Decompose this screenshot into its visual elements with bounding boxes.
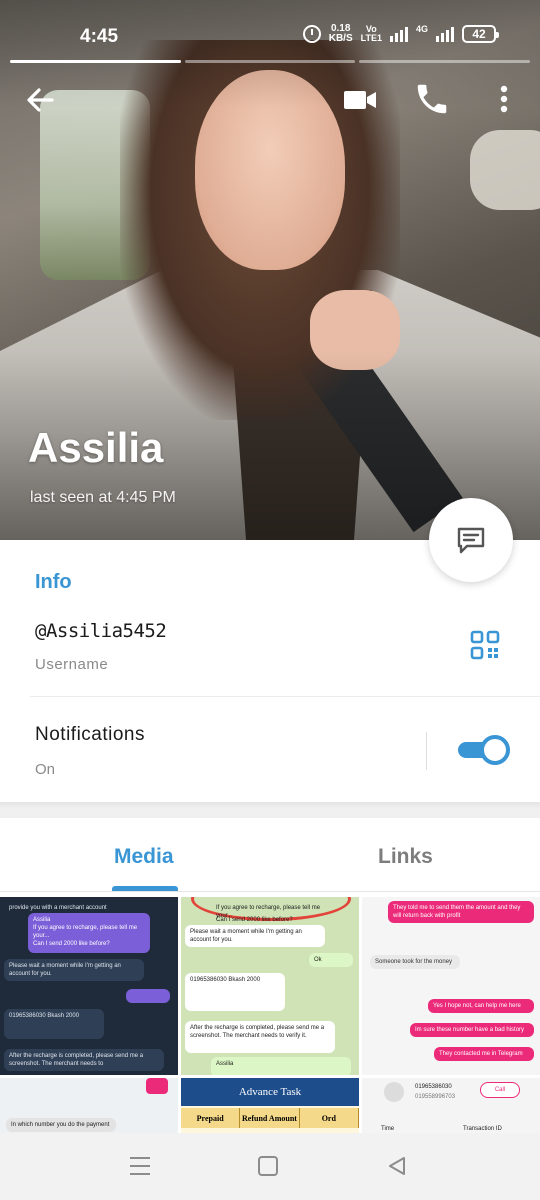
chat-bubble: After the recharge is completed, please … — [4, 1049, 164, 1071]
table-col: Transaction ID — [463, 1126, 502, 1132]
alarm-icon — [302, 25, 321, 43]
more-vertical-icon — [500, 85, 508, 113]
chat-bubble-out: Assilia — [211, 1057, 351, 1075]
reply-out: Can I send 2000 like before? — [33, 941, 110, 947]
story-segment-active — [10, 60, 181, 63]
profile-name: Assilia — [28, 424, 164, 471]
notifications-toggle[interactable] — [458, 735, 510, 765]
chat-bubble-out: They contacted me in Telegram — [434, 1047, 534, 1061]
signal-icon-2 — [436, 26, 454, 42]
message-icon — [457, 527, 485, 554]
chat-bubble-out: Ok — [309, 953, 353, 967]
reply-name: Assilia — [33, 917, 51, 923]
status-time: 4:45 — [80, 26, 119, 47]
net-type-label: 4G — [415, 24, 428, 34]
notifications-row[interactable]: Notifications On — [0, 710, 540, 790]
media-thumbnail[interactable]: In which number you do the payment — [0, 1078, 178, 1133]
battery-icon: 42 — [462, 25, 499, 43]
back-button[interactable] — [22, 82, 58, 118]
volte-indicator: Vo LTE1 — [361, 25, 382, 43]
chat-bubble-out: They told me to send them the amount and… — [388, 901, 534, 923]
back-arrow-icon — [27, 88, 54, 112]
system-back-button[interactable] — [386, 1155, 408, 1177]
video-camera-icon — [344, 91, 376, 109]
chat-bubble: After the recharge is completed, please … — [185, 1021, 335, 1053]
notifications-status: On — [35, 761, 56, 778]
chat-bubble-out: Im sure these number have a bad history — [410, 1023, 534, 1037]
system-nav-bar — [0, 1133, 540, 1200]
media-thumbnail[interactable]: If you agree to recharge, please tell me… — [181, 897, 359, 1075]
media-tabs: Media Links — [0, 818, 540, 892]
chat-bubble-out — [146, 1078, 168, 1094]
table-title: Advance Task — [181, 1078, 359, 1106]
table-col: Time — [381, 1126, 395, 1132]
chat-bubble: 01965386030 Bkash 2000 — [185, 973, 285, 1011]
info-title: Info — [35, 571, 72, 593]
call-chip: Call — [480, 1082, 520, 1098]
story-segment — [359, 60, 531, 63]
phone-icon — [417, 84, 447, 114]
qr-code-button[interactable] — [470, 630, 500, 660]
chat-bubble: Please wait a moment while I'm getting a… — [185, 925, 325, 947]
phone-number: 019558996703 — [415, 1094, 456, 1100]
media-grid: provide you with a merchant account Assi… — [0, 893, 540, 1133]
chat-bubble-reply: Assilia If you agree to recharge, please… — [28, 913, 150, 953]
chat-bubble-out: Yes I hope not, can help me here — [428, 999, 534, 1013]
notifications-label: Notifications — [35, 724, 145, 745]
more-options-button[interactable] — [490, 80, 518, 118]
tab-media[interactable]: Media — [114, 845, 174, 869]
media-thumbnail[interactable]: provide you with a merchant account Assi… — [0, 897, 178, 1075]
story-progress — [10, 60, 531, 63]
chat-bubble: Please wait a moment while I'm getting a… — [4, 959, 144, 981]
table-col: Prepaid — [181, 1108, 241, 1128]
story-segment — [184, 60, 356, 63]
table-header-row: Prepaid Refund Amount Ord — [181, 1108, 359, 1128]
table-col: Ord — [300, 1108, 359, 1128]
menu-icon — [130, 1157, 150, 1175]
profile-header: 4:45 0.18 KB/S Vo LTE1 4G 42 Assilia las… — [0, 0, 540, 540]
chat-bubble-out — [126, 989, 170, 1003]
notifications-separator — [426, 732, 427, 770]
tab-links[interactable]: Links — [378, 845, 433, 869]
net-speed-unit: KB/S — [328, 33, 353, 44]
media-thumbnail[interactable]: 01965386030 019558996703 Call Time Trans… — [362, 1078, 540, 1133]
username-row[interactable]: @Assilia5452 Username — [0, 610, 540, 696]
voice-call-button[interactable] — [412, 80, 452, 118]
signal-icon — [389, 26, 408, 42]
section-gap — [0, 802, 540, 818]
video-call-button[interactable] — [340, 82, 380, 118]
net-speed: 0.18 KB/S — [329, 24, 353, 44]
home-button[interactable] — [258, 1156, 278, 1176]
send-message-button[interactable] — [429, 498, 513, 582]
top-toolbar — [0, 76, 540, 120]
qr-code-icon — [470, 630, 500, 660]
last-seen-status: last seen at 4:45 PM — [30, 489, 176, 506]
avatar — [384, 1082, 404, 1102]
status-icons: 0.18 KB/S Vo LTE1 4G 42 — [302, 24, 499, 44]
media-thumbnail[interactable]: They told me to send them the amount and… — [362, 897, 540, 1075]
username-value: @Assilia5452 — [35, 620, 167, 642]
recent-apps-button[interactable] — [128, 1155, 152, 1177]
triangle-back-icon — [389, 1157, 405, 1175]
reply-text: If you agree to recharge, please tell me… — [33, 925, 138, 939]
chat-bubble: In which number you do the payment — [6, 1118, 116, 1132]
media-thumbnail[interactable]: Advance Task Prepaid Refund Amount Ord — [181, 1078, 359, 1133]
toggle-knob — [480, 735, 510, 765]
chat-bubble: Someone took for the money — [370, 955, 460, 969]
battery-level: 42 — [472, 27, 486, 41]
username-caption: Username — [35, 656, 109, 673]
volte-bottom: LTE1 — [360, 33, 382, 43]
chat-bubble: 01965386030 Bkash 2000 — [4, 1009, 104, 1039]
info-divider — [30, 696, 540, 697]
table-col: Refund Amount — [240, 1108, 300, 1128]
tab-active-indicator — [112, 886, 178, 891]
